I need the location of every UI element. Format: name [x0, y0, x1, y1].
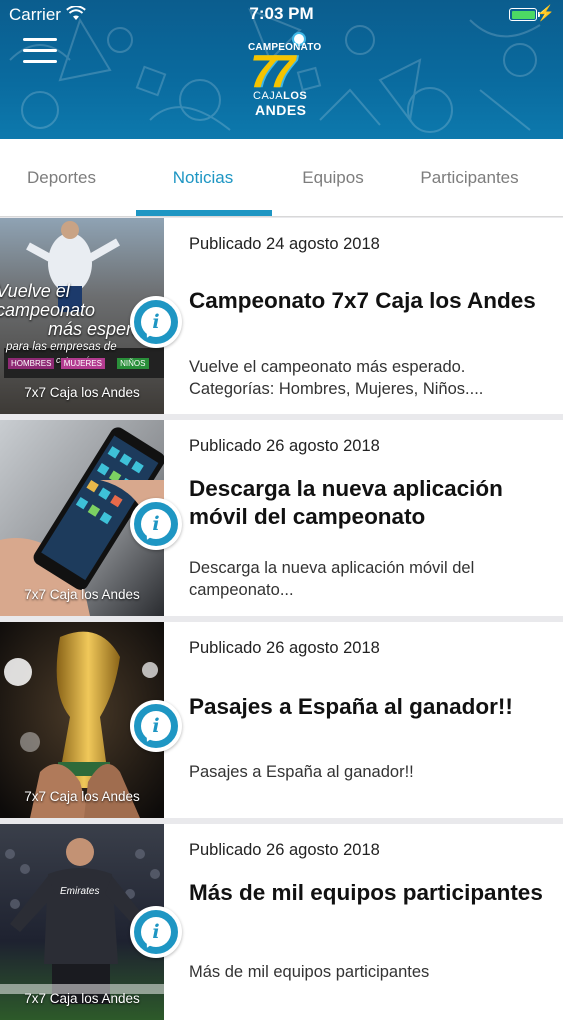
news-title: Más de mil equipos participantes	[189, 880, 543, 905]
app-header: Carrier 7:03 PM ⚡ CAMPEONATO 77 CAJALOS …	[0, 0, 563, 139]
news-summary: Descarga la nueva aplicación móvil del c…	[189, 559, 475, 599]
info-icon[interactable]: i	[130, 296, 182, 348]
tab-noticias[interactable]: Noticias	[123, 139, 283, 217]
logo-caja: CAJALOS	[253, 90, 308, 102]
news-card[interactable]: Vuelve el campeonato más esperado para l…	[0, 218, 563, 414]
menu-bar	[23, 60, 57, 63]
poster-categories: HOMBRES MUJERES NIÑOS	[8, 358, 149, 369]
news-title: Pasajes a España al ganador!!	[189, 694, 513, 719]
news-card[interactable]: 7x7 Caja los Andes i Publicado 26 agosto…	[0, 420, 563, 616]
status-time: 7:03 PM	[249, 4, 314, 23]
info-icon[interactable]: i	[130, 700, 182, 752]
thumbnail-caption: 7x7 Caja los Andes	[24, 991, 140, 1006]
tab-bar: Deportes Noticias Equipos Participantes	[0, 139, 563, 217]
campeonato-logo: CAMPEONATO 77 CAJALOS ANDES	[244, 28, 321, 124]
news-date: Publicado 26 agosto 2018	[189, 841, 380, 859]
menu-bar	[23, 49, 57, 52]
news-card[interactable]: 7x7 Caja los Andes i Publicado 26 agosto…	[0, 622, 563, 818]
thumbnail-caption: 7x7 Caja los Andes	[24, 789, 140, 804]
menu-bar	[23, 38, 57, 41]
active-tab-indicator	[136, 210, 272, 216]
tab-equipos[interactable]: Equipos	[268, 139, 398, 217]
news-summary: Pasajes a España al ganador!!	[189, 763, 414, 781]
info-icon[interactable]: i	[130, 498, 182, 550]
thumbnail-caption: 7x7 Caja los Andes	[24, 385, 140, 400]
news-date: Publicado 26 agosto 2018	[189, 639, 380, 657]
status-bar: Carrier 7:03 PM ⚡	[0, 0, 563, 30]
news-title: Campeonato 7x7 Caja los Andes	[189, 288, 536, 313]
news-date: Publicado 26 agosto 2018	[189, 437, 380, 455]
tab-participantes[interactable]: Participantes	[398, 139, 541, 217]
hamburger-menu-button[interactable]	[23, 38, 57, 66]
thumbnail-caption: 7x7 Caja los Andes	[24, 587, 140, 602]
battery-icon	[509, 8, 540, 21]
news-card[interactable]: Emirates 7x7 Caja los Andes i Publicado …	[0, 824, 563, 1020]
tab-deportes[interactable]: Deportes	[0, 139, 123, 217]
logo-andes: ANDES	[255, 102, 307, 118]
news-summary: Más de mil equipos participantes	[189, 963, 430, 981]
news-summary: Vuelve el campeonato más esperado. Categ…	[189, 358, 484, 398]
charging-icon: ⚡	[536, 5, 555, 22]
shirt-sponsor: Emirates	[60, 886, 100, 897]
news-date: Publicado 24 agosto 2018	[189, 235, 380, 253]
info-icon[interactable]: i	[130, 906, 182, 958]
news-title: Descarga la nueva aplicación móvil del c…	[189, 476, 503, 529]
